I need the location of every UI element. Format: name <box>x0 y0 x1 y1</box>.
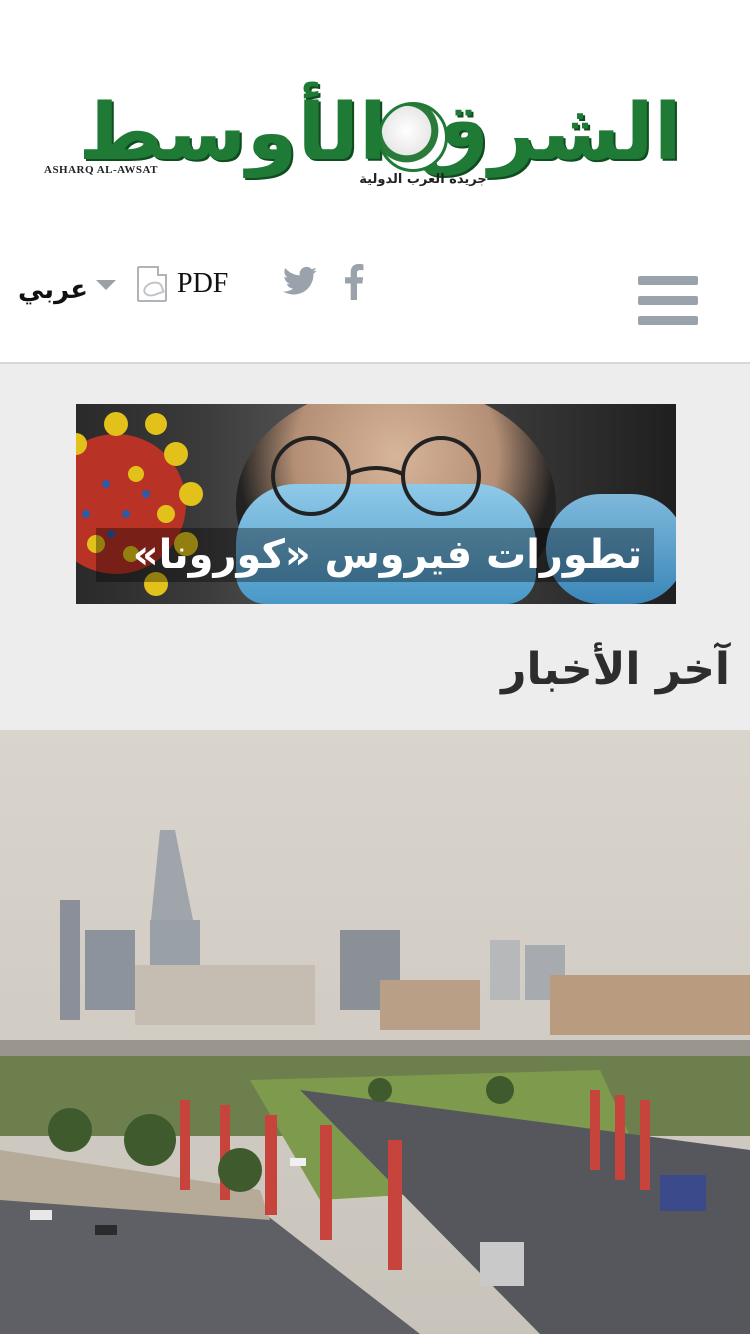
content-area: تطورات فيروس «كورونا» آخر الأخبار <box>0 364 750 730</box>
hero-news-image[interactable] <box>0 730 750 1334</box>
glasses-icon <box>271 436 481 516</box>
hamburger-menu-icon[interactable] <box>638 276 698 328</box>
logo-english-text: ASHARQ AL-AWSAT <box>44 164 158 176</box>
menu-bar <box>638 276 698 285</box>
masthead: الشرق الأوسط ASHARQ AL-AWSAT جريدة العرب… <box>0 0 750 240</box>
twitter-icon[interactable] <box>283 266 317 296</box>
logo-tagline: جريدة العرب الدولية <box>359 172 487 187</box>
language-selector[interactable]: عربي <box>18 270 117 310</box>
section-title-latest-news: آخر الأخبار <box>501 644 730 695</box>
corona-banner[interactable]: تطورات فيروس «كورونا» <box>76 404 676 604</box>
language-label: عربي <box>18 275 89 305</box>
pdf-icon <box>137 266 167 302</box>
menu-bar <box>638 296 698 305</box>
caret-down-icon <box>96 280 117 290</box>
site-logo[interactable]: الشرق الأوسط ASHARQ AL-AWSAT جريدة العرب… <box>38 88 722 200</box>
facebook-icon[interactable] <box>341 264 367 300</box>
banner-caption: تطورات فيروس «كورونا» <box>96 528 654 582</box>
pdf-label: PDF <box>177 268 229 299</box>
top-toolbar: عربي PDF <box>0 240 750 364</box>
pdf-link[interactable]: PDF <box>137 266 228 302</box>
globe-icon <box>378 102 448 172</box>
menu-bar <box>638 316 698 325</box>
city-photo <box>0 730 750 1334</box>
